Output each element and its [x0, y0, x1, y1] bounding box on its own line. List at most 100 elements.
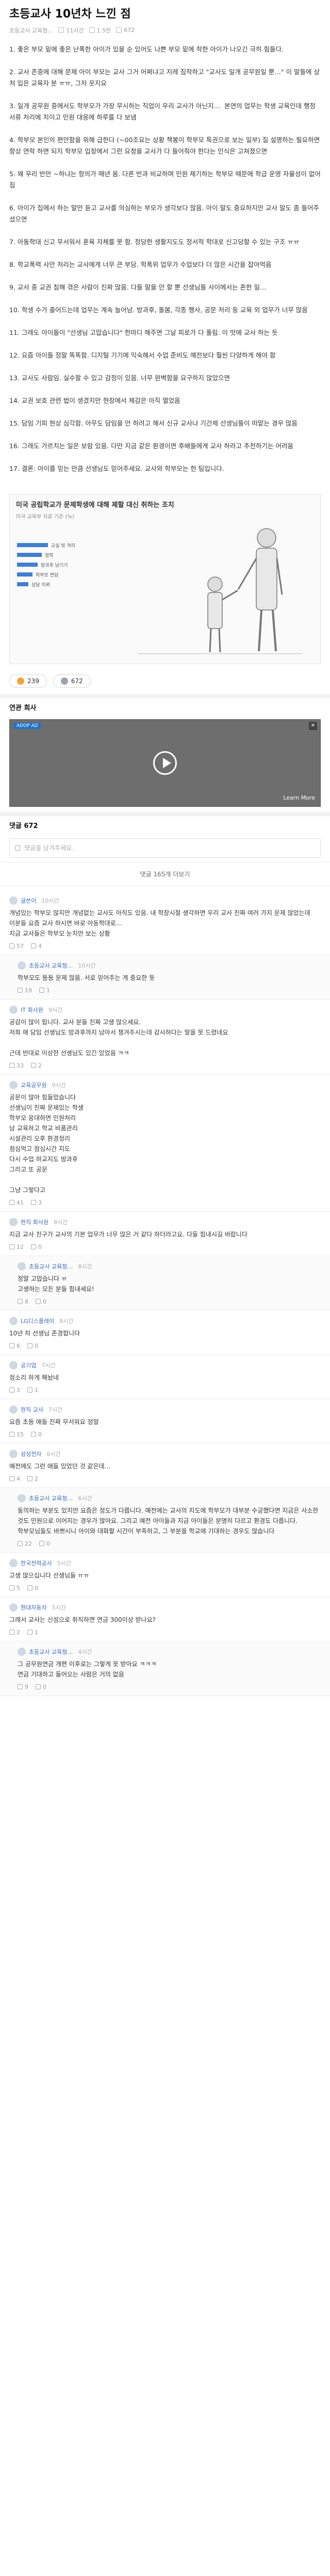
comment-like-button[interactable]: 12 [9, 1244, 24, 1250]
post-author[interactable]: 초등교사 교육청… [9, 26, 53, 35]
comment-like-button[interactable]: 22 [18, 1540, 32, 1547]
comment-reply-button[interactable]: 1 [27, 1387, 38, 1394]
comment-like-button[interactable]: 19 [18, 987, 32, 994]
comment-reply-button[interactable]: 3 [31, 1199, 42, 1206]
comment-reply-button[interactable]: 2 [27, 1476, 38, 1482]
comment-reply-button[interactable]: 0 [31, 1244, 42, 1250]
comment-reply-button[interactable]: 0 [27, 1343, 38, 1349]
comment-time: 4시간 [78, 1648, 92, 1655]
comment-actions: 42 [9, 1476, 321, 1482]
avatar [18, 961, 26, 970]
like-button[interactable]: 239 [9, 674, 47, 688]
comment-author[interactable]: 초등교사 교육청… [29, 1648, 73, 1656]
comment-reply-button[interactable]: 1 [39, 987, 50, 994]
figure-legend-item: 교실 밖 격리 [17, 542, 107, 549]
comment-author[interactable]: 초등교사 교육청… [29, 961, 73, 970]
thumbs-up-icon [18, 1541, 23, 1547]
comment-list: 글쓴이 10시간 개념있는 학부모 많지만 개념없는 교사도 아직도 있음. 내 학… [0, 890, 330, 1696]
post-time-text: 11시간 [66, 27, 84, 34]
comment-like-button[interactable]: 57 [9, 943, 24, 950]
legend-bar [17, 572, 32, 577]
post-body: 1. 좋은 부모 밑에 좋은 난폭한 아이가 있을 순 있어도 나쁜 부모 밑에… [0, 40, 330, 491]
reply-icon [36, 1684, 41, 1690]
comment-header: LG디스플레이 8시간 [9, 1316, 321, 1325]
comment-body: 지금 교사 친구가 교사의 기본 업무가 너무 많은 거 같다 하더라고요. 다… [9, 1230, 248, 1238]
thumbs-up-icon [18, 988, 23, 993]
comment-author[interactable]: 현대자동차 [21, 1603, 47, 1612]
comment-reply-button[interactable]: 0 [39, 1540, 50, 1547]
comment-author[interactable]: 현직 회사원 [21, 1218, 48, 1226]
comment-time: 6시간 [46, 1450, 61, 1458]
comment-reply-button[interactable]: 0 [27, 1585, 38, 1591]
comment-like-button[interactable]: 33 [9, 1062, 24, 1069]
comment-author[interactable]: 한국전력공사 [21, 1559, 52, 1567]
ad-close-button[interactable]: ✕ [309, 721, 317, 730]
post-figure: 미국 공립학교가 문제학생에 대해 제할 대신 취하는 조치 미국 교육부 자료… [9, 494, 321, 664]
comment-actions: 15 0 [9, 1431, 321, 1438]
avatar [18, 1494, 26, 1502]
comment-reply-button[interactable]: 1 [27, 1629, 38, 1636]
comment-body: 10년 차 선생님 존경합니다 [9, 1329, 80, 1337]
comment-time: 9시간 [48, 1006, 63, 1013]
video-ad[interactable]: ADOP AD ✕ Learn More [9, 719, 321, 807]
comment-reply-count: 2 [38, 1062, 42, 1069]
post-paragraph: 1. 좋은 부모 밑에 좋은 난폭한 아이가 있을 순 있어도 나쁜 부모 밑에… [9, 45, 284, 53]
comment-time: 7시간 [41, 1362, 56, 1369]
comment-like-button[interactable]: 3 [9, 1387, 20, 1394]
comment-reply-button[interactable]: 4 [31, 943, 42, 950]
comment-like-button[interactable]: 4 [9, 1476, 20, 1482]
comment-like-count: 4 [16, 1475, 20, 1482]
comment-icon [116, 27, 122, 33]
post-reactions: 239 672 [0, 670, 330, 694]
clock-icon [58, 27, 64, 33]
post-title: 초등교사 10년차 느낀 점 [9, 8, 131, 21]
comment-time: 9시간 [52, 1081, 66, 1089]
reply-item: 초등교사 교육청… 6시간 동의하는 부분도 있지만 요즘은 정도가 다릅니다. 예… [0, 1487, 330, 1553]
comment-time: 5시간 [52, 1604, 66, 1611]
reply-icon [27, 1343, 32, 1349]
comment-like-button[interactable]: 15 [9, 1431, 24, 1438]
comment-author[interactable]: 초등교사 교육청… [29, 1494, 73, 1502]
comment-item: LG디스플레이 8시간 10년 차 선생님 존경합니다 6 0 [0, 1311, 330, 1355]
comment-item: 글쓴이 10시간 개념있는 학부모 많지만 개념없는 교사도 아직도 있음. 내 학… [0, 890, 330, 955]
comment-reply-button[interactable]: 2 [31, 1062, 42, 1069]
legend-label: 상담 의뢰 [31, 582, 50, 588]
comment-author[interactable]: 초등교사 교육청… [29, 1262, 73, 1270]
comment-reply-count: 0 [38, 1243, 42, 1250]
comment-header: 한국전력공사 5시간 [9, 1558, 321, 1567]
comment-header: 초등교사 교육청… 6시간 [18, 1494, 321, 1502]
comment-like-button[interactable]: 6 [9, 1343, 20, 1349]
post-paragraph: 15. 담임 기피 현상 심각함. 아무도 담임을 안 하려고 해서 신규 교사… [9, 419, 298, 427]
more-comments-link[interactable]: 댓글 165개 더보기 [0, 861, 330, 886]
thumbs-up-icon [18, 1299, 23, 1304]
comment-author[interactable]: 글쓴이 [21, 896, 36, 905]
comment-reply-button[interactable]: 0 [36, 1298, 46, 1305]
comment-like-button[interactable]: 41 [9, 1199, 24, 1206]
comment-author[interactable]: 공기업 [21, 1361, 36, 1369]
play-icon[interactable] [153, 751, 177, 775]
comment-author[interactable]: LG디스플레이 [21, 1317, 54, 1325]
thumbs-up-icon [9, 1200, 14, 1206]
comment-like-button[interactable]: 2 [9, 1629, 20, 1636]
comment-reply-button[interactable]: 0 [36, 1684, 46, 1690]
comment-header: 초등교사 교육청… 8시간 [18, 1262, 321, 1270]
reply-icon [39, 988, 44, 993]
ad-learn-more[interactable]: Learn More [283, 794, 315, 801]
comment-author[interactable]: IT 회사원 [21, 1006, 43, 1014]
comment-actions: 19 1 [18, 987, 321, 994]
post-views-text: 1.5만 [96, 27, 111, 34]
reply-icon [31, 943, 36, 949]
comment-like-count: 6 [16, 1342, 20, 1349]
comment-reply-button[interactable]: 0 [31, 1431, 42, 1438]
comment-button[interactable]: 672 [53, 674, 91, 688]
comment-input[interactable]: 댓글을 남겨주세요. [9, 838, 321, 858]
comment-item: IT 회사원 9시간 공감이 많이 됩니다. 교사 분들 진짜 고생 많으세요. 저… [0, 999, 330, 1075]
comment-author[interactable]: 현직 교사 [21, 1405, 43, 1414]
avatar [18, 1647, 26, 1656]
comment-like-button[interactable]: 9 [18, 1684, 28, 1690]
comment-author[interactable]: 교육공무원 [21, 1081, 47, 1089]
thumbs-up-icon [9, 1387, 14, 1393]
comment-like-button[interactable]: 8 [18, 1298, 28, 1305]
comment-like-button[interactable]: 5 [9, 1585, 20, 1591]
comment-author[interactable]: 삼성전자 [21, 1450, 41, 1458]
